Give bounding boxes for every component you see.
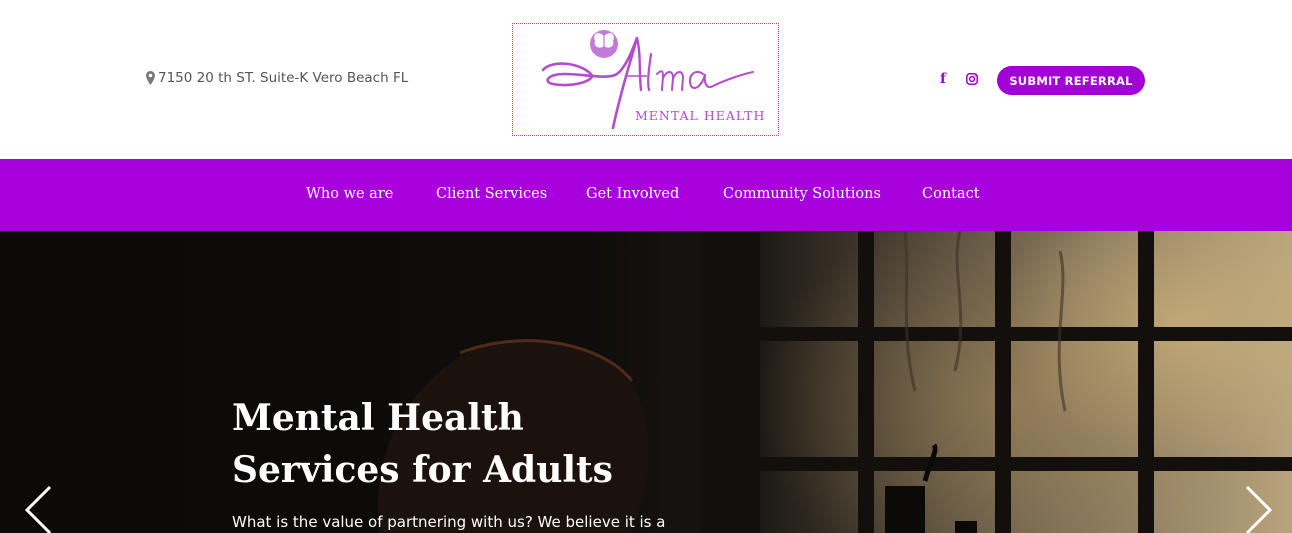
submit-referral-button[interactable]: SUBMIT REFERRAL	[997, 66, 1145, 95]
address: 7150 20 th ST. Suite-K Vero Beach FL	[146, 70, 408, 86]
instagram-glyph	[966, 73, 978, 85]
chevron-right-icon[interactable]	[1243, 485, 1275, 533]
address-text: 7150 20 th ST. Suite-K Vero Beach FL	[158, 70, 409, 86]
hero-title-line1: Mental Health	[232, 397, 524, 439]
instagram-icon[interactable]	[964, 71, 980, 87]
nav-item-contact[interactable]: Contact	[922, 186, 980, 202]
facebook-icon[interactable]: f	[935, 71, 951, 87]
nav-item-community-solutions[interactable]: Community Solutions	[723, 186, 881, 202]
main-nav: Who we are Client Services Get Involved …	[0, 159, 1292, 231]
hero-title-line2: Services for Adults	[232, 449, 613, 491]
hero-slider: Mental Health Services for Adults What i…	[0, 231, 1292, 533]
hero-title: Mental Health Services for Adults	[232, 392, 672, 496]
site-logo[interactable]: MENTAL HEALTH	[512, 23, 779, 136]
logo-subtitle: MENTAL HEALTH	[635, 108, 766, 123]
nav-item-who-we-are[interactable]: Who we are	[306, 186, 393, 202]
hero-description: What is the value of partnering with us?…	[232, 513, 666, 531]
nav-item-get-involved[interactable]: Get Involved	[586, 186, 679, 202]
site-header: 7150 20 th ST. Suite-K Vero Beach FL MEN…	[0, 0, 1292, 159]
map-pin-icon	[146, 71, 155, 85]
nav-item-client-services[interactable]: Client Services	[436, 186, 547, 202]
chevron-left-icon[interactable]	[22, 485, 54, 533]
